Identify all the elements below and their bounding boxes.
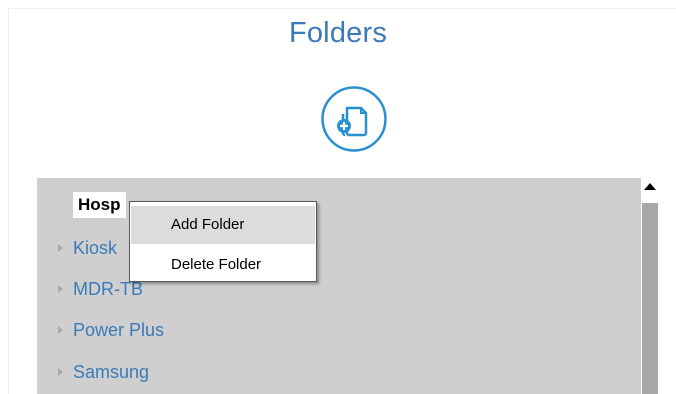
tree-item-samsung[interactable]: Samsung — [58, 360, 149, 384]
tree-item-power-plus[interactable]: Power Plus — [58, 318, 164, 342]
context-menu: Add Folder Delete Folder — [129, 201, 317, 282]
menu-item-add-folder[interactable]: Add Folder — [131, 206, 315, 244]
tree-item-kiosk[interactable]: Kiosk — [58, 236, 117, 260]
tree-item-label: Kiosk — [73, 238, 118, 258]
tree-root-node[interactable]: Hosp — [73, 192, 126, 218]
menu-item-delete-folder[interactable]: Delete Folder — [131, 246, 315, 284]
scrollbar-thumb[interactable] — [642, 203, 658, 394]
folder-plus-icon — [321, 86, 387, 152]
tree-item-label: Power Plus — [73, 320, 165, 340]
tree-root-label: Hosp — [78, 195, 121, 214]
page-title: Folders — [288, 17, 388, 49]
collapsed-triangle-icon[interactable] — [58, 285, 63, 293]
tree-item-label: Samsung — [73, 362, 150, 382]
collapsed-triangle-icon[interactable] — [58, 326, 63, 334]
scroll-up-arrow-icon[interactable] — [644, 183, 656, 190]
add-folder-button[interactable] — [321, 86, 387, 152]
collapsed-triangle-icon[interactable] — [58, 368, 63, 376]
collapsed-triangle-icon[interactable] — [58, 244, 63, 252]
